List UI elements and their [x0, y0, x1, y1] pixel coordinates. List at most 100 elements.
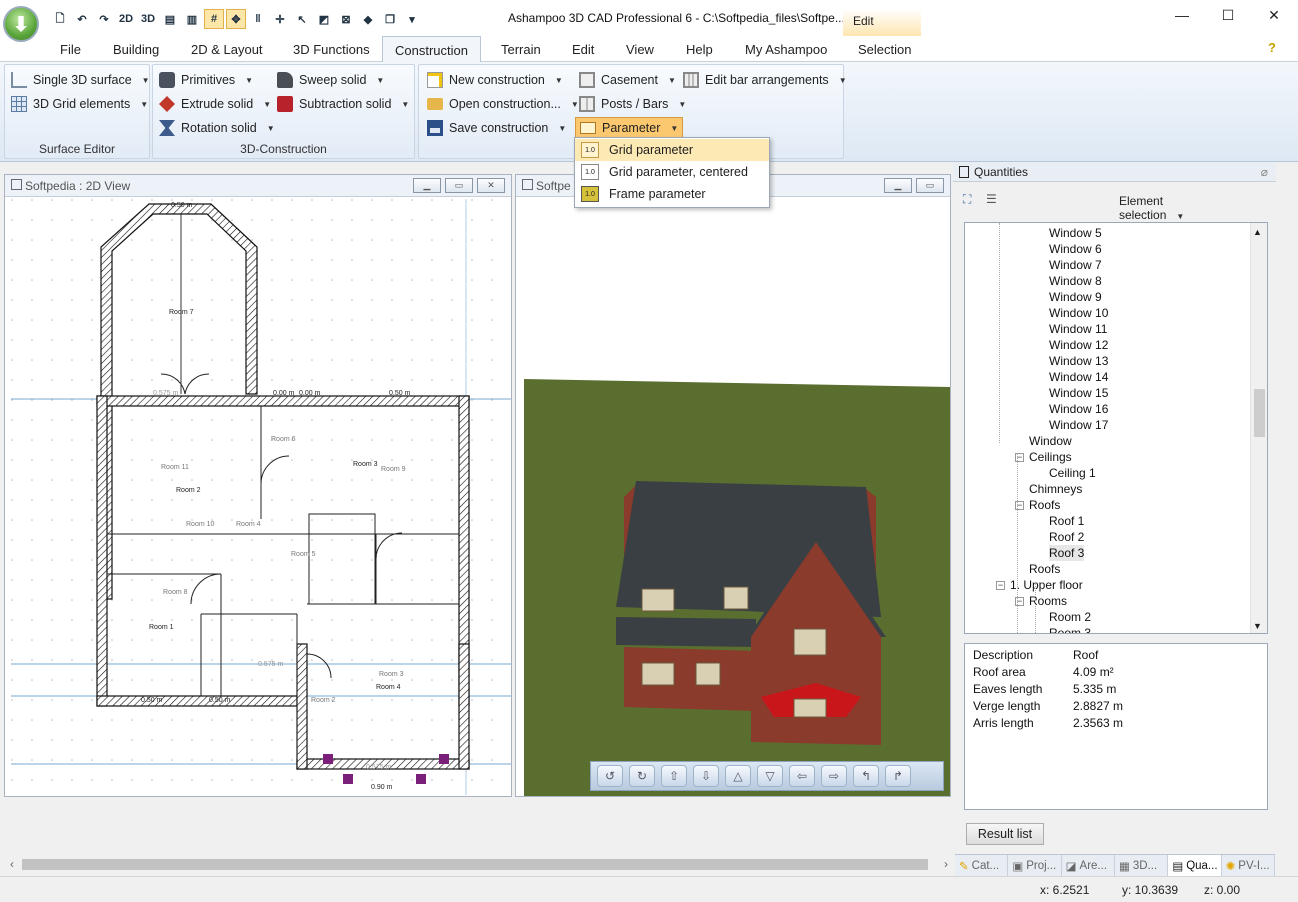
arrow-up-icon[interactable]: ⇧ [661, 765, 687, 787]
tree-node[interactable]: Window 6 [1049, 241, 1102, 257]
panel-minimize-button[interactable]: ▁ [884, 178, 912, 193]
3d-scene-canvas[interactable] [516, 197, 950, 796]
tab-file[interactable]: File [48, 36, 93, 62]
tree-view-icon[interactable]: ⛶ [963, 192, 971, 207]
tree-collapse-icon[interactable]: − [996, 581, 1005, 590]
tab-2d-layout[interactable]: 2D & Layout [179, 36, 275, 62]
close-button[interactable]: ✕ [1251, 0, 1297, 30]
view-3d-button[interactable]: 3D [138, 9, 158, 29]
new-construction-button[interactable]: New construction ▼ [427, 69, 563, 91]
casement-button[interactable]: Casement ▼ [579, 69, 676, 91]
tab-terrain[interactable]: Terrain [489, 36, 553, 62]
sweep-solid-button[interactable]: Sweep solid ▼ [277, 69, 384, 91]
tab-pv[interactable]: ✺ PV-I... [1222, 855, 1275, 876]
qat-customize-icon[interactable]: ▾ [402, 9, 422, 29]
tree-node[interactable]: Window 8 [1049, 273, 1102, 289]
pin-icon[interactable]: ⌀ [1261, 165, 1268, 179]
tree-node[interactable]: Ceilings [1029, 449, 1072, 465]
help-icon[interactable]: ? [1262, 36, 1282, 62]
menu-item-grid-parameter-centered[interactable]: 1.0 Grid parameter, centered [575, 161, 769, 183]
menu-item-frame-parameter[interactable]: 1.0 Frame parameter [575, 183, 769, 205]
eraser-icon[interactable]: ◆ [358, 9, 378, 29]
copy-icon[interactable]: ❐ [380, 9, 400, 29]
panel-minimize-button[interactable]: ▁ [413, 178, 441, 193]
undo-icon[interactable]: ↶ [72, 9, 92, 29]
menu-item-grid-parameter[interactable]: 1.0 Grid parameter [575, 139, 769, 161]
primitives-button[interactable]: Primitives ▼ [159, 69, 253, 91]
tree-node[interactable]: Window 7 [1049, 257, 1102, 273]
view-2d-button[interactable]: 2D [116, 9, 136, 29]
parameter-button[interactable]: Parameter ▼ [575, 117, 684, 139]
tree-node[interactable]: Window [1029, 433, 1072, 449]
tree-node[interactable]: Window 9 [1049, 289, 1102, 305]
redo-icon[interactable]: ↷ [94, 9, 114, 29]
horizontal-scroll-thumb[interactable] [22, 859, 928, 870]
new-file-icon[interactable]: 🗋 [50, 9, 70, 29]
tree-node[interactable]: Window 11 [1049, 321, 1107, 337]
3d-grid-elements-button[interactable]: 3D Grid elements ▼ [11, 93, 148, 115]
tree-node[interactable]: Roofs [1029, 561, 1060, 577]
rotate-left-icon[interactable]: ↺ [597, 765, 623, 787]
tree-node[interactable]: Window 12 [1049, 337, 1108, 353]
tree-node[interactable]: Window 5 [1049, 225, 1102, 241]
open-construction-button[interactable]: Open construction... ▼ [427, 93, 579, 115]
save-construction-button[interactable]: Save construction ▼ [427, 117, 566, 139]
tab-help[interactable]: Help [674, 36, 725, 62]
single-3d-surface-button[interactable]: Single 3D surface ▼ [11, 69, 150, 91]
floor-plan-canvas[interactable]: Room 7 Room 6 Room 11 Room 2 Room 3 Room… [11, 199, 511, 795]
crosshair-icon[interactable]: ✛ [270, 9, 290, 29]
layer-icon[interactable]: ◩ [314, 9, 334, 29]
pointer-icon[interactable]: ↖ [292, 9, 312, 29]
horizontal-scrollbar[interactable]: ‹ › [10, 856, 950, 873]
posts-bars-button[interactable]: Posts / Bars ▼ [579, 93, 686, 115]
tab-area[interactable]: ◪ Are... [1062, 855, 1115, 876]
tree-node[interactable]: Window 14 [1049, 369, 1108, 385]
tab-project[interactable]: ▣ Proj... [1008, 855, 1062, 876]
panel-restore-button[interactable]: ▭ [916, 178, 944, 193]
tree-node[interactable]: Window 16 [1049, 401, 1108, 417]
tab-construction[interactable]: Construction [382, 36, 481, 62]
tree-node[interactable]: Room 2 [1049, 609, 1091, 625]
tab-view[interactable]: View [614, 36, 666, 62]
extrude-solid-button[interactable]: Extrude solid ▼ [159, 93, 271, 115]
tree-node[interactable]: Roof 3 [1049, 545, 1085, 561]
tilt-up-icon[interactable]: △ [725, 765, 751, 787]
application-menu-button[interactable]: ⬇ [3, 6, 39, 42]
tree-node[interactable]: 1. Upper floor [1010, 577, 1083, 593]
panel-close-button[interactable]: ✕ [477, 178, 505, 193]
subtraction-solid-button[interactable]: Subtraction solid ▼ [277, 93, 409, 115]
rotate-right-icon[interactable]: ↻ [629, 765, 655, 787]
tab-selection[interactable]: Selection [846, 36, 923, 62]
tree-node[interactable]: Window 10 [1049, 305, 1108, 321]
panel-restore-button[interactable]: ▭ [445, 178, 473, 193]
tab-3d-functions[interactable]: 3D Functions [281, 36, 382, 62]
tree-node[interactable]: Room 3 [1049, 625, 1091, 633]
scroll-left-icon[interactable]: ‹ [10, 857, 14, 871]
arrow-left-icon[interactable]: ⇦ [789, 765, 815, 787]
turn-left-icon[interactable]: ↰ [853, 765, 879, 787]
tree-node[interactable]: Window 13 [1049, 353, 1108, 369]
result-list-button[interactable]: Result list [966, 823, 1044, 845]
maximize-button[interactable]: ☐ [1205, 0, 1251, 30]
tab-3d[interactable]: ▦ 3D... [1115, 855, 1169, 876]
arrow-down-icon[interactable]: ⇩ [693, 765, 719, 787]
rotation-solid-button[interactable]: Rotation solid ▼ [159, 117, 275, 139]
tree-node[interactable]: Window 17 [1049, 417, 1108, 433]
tab-building[interactable]: Building [101, 36, 171, 62]
minimize-button[interactable]: — [1159, 0, 1205, 30]
tab-quantities[interactable]: ▤ Qua... [1168, 855, 1222, 876]
ruler-icon[interactable]: ‖ [248, 9, 268, 29]
context-tab-edit[interactable]: Edit [843, 9, 921, 36]
tree-node[interactable]: Roof 2 [1049, 529, 1084, 545]
tree-scroll-thumb[interactable] [1254, 389, 1265, 437]
element-selection-dropdown[interactable]: Element selection ▼ [1119, 194, 1229, 222]
scroll-down-icon[interactable]: ▼ [1253, 621, 1262, 631]
tree-node[interactable]: Ceiling 1 [1049, 465, 1096, 481]
grid-icon[interactable]: # [204, 9, 224, 29]
tree-scrollbar[interactable]: ▲ ▼ [1250, 223, 1267, 633]
split-vertical-icon[interactable]: ▥ [182, 9, 202, 29]
tab-catalog[interactable]: ✎ Cat... [955, 855, 1009, 876]
split-horizontal-icon[interactable]: ▤ [160, 9, 180, 29]
edit-bar-arrangements-button[interactable]: Edit bar arrangements ▼ [683, 69, 847, 91]
tab-edit[interactable]: Edit [560, 36, 606, 62]
